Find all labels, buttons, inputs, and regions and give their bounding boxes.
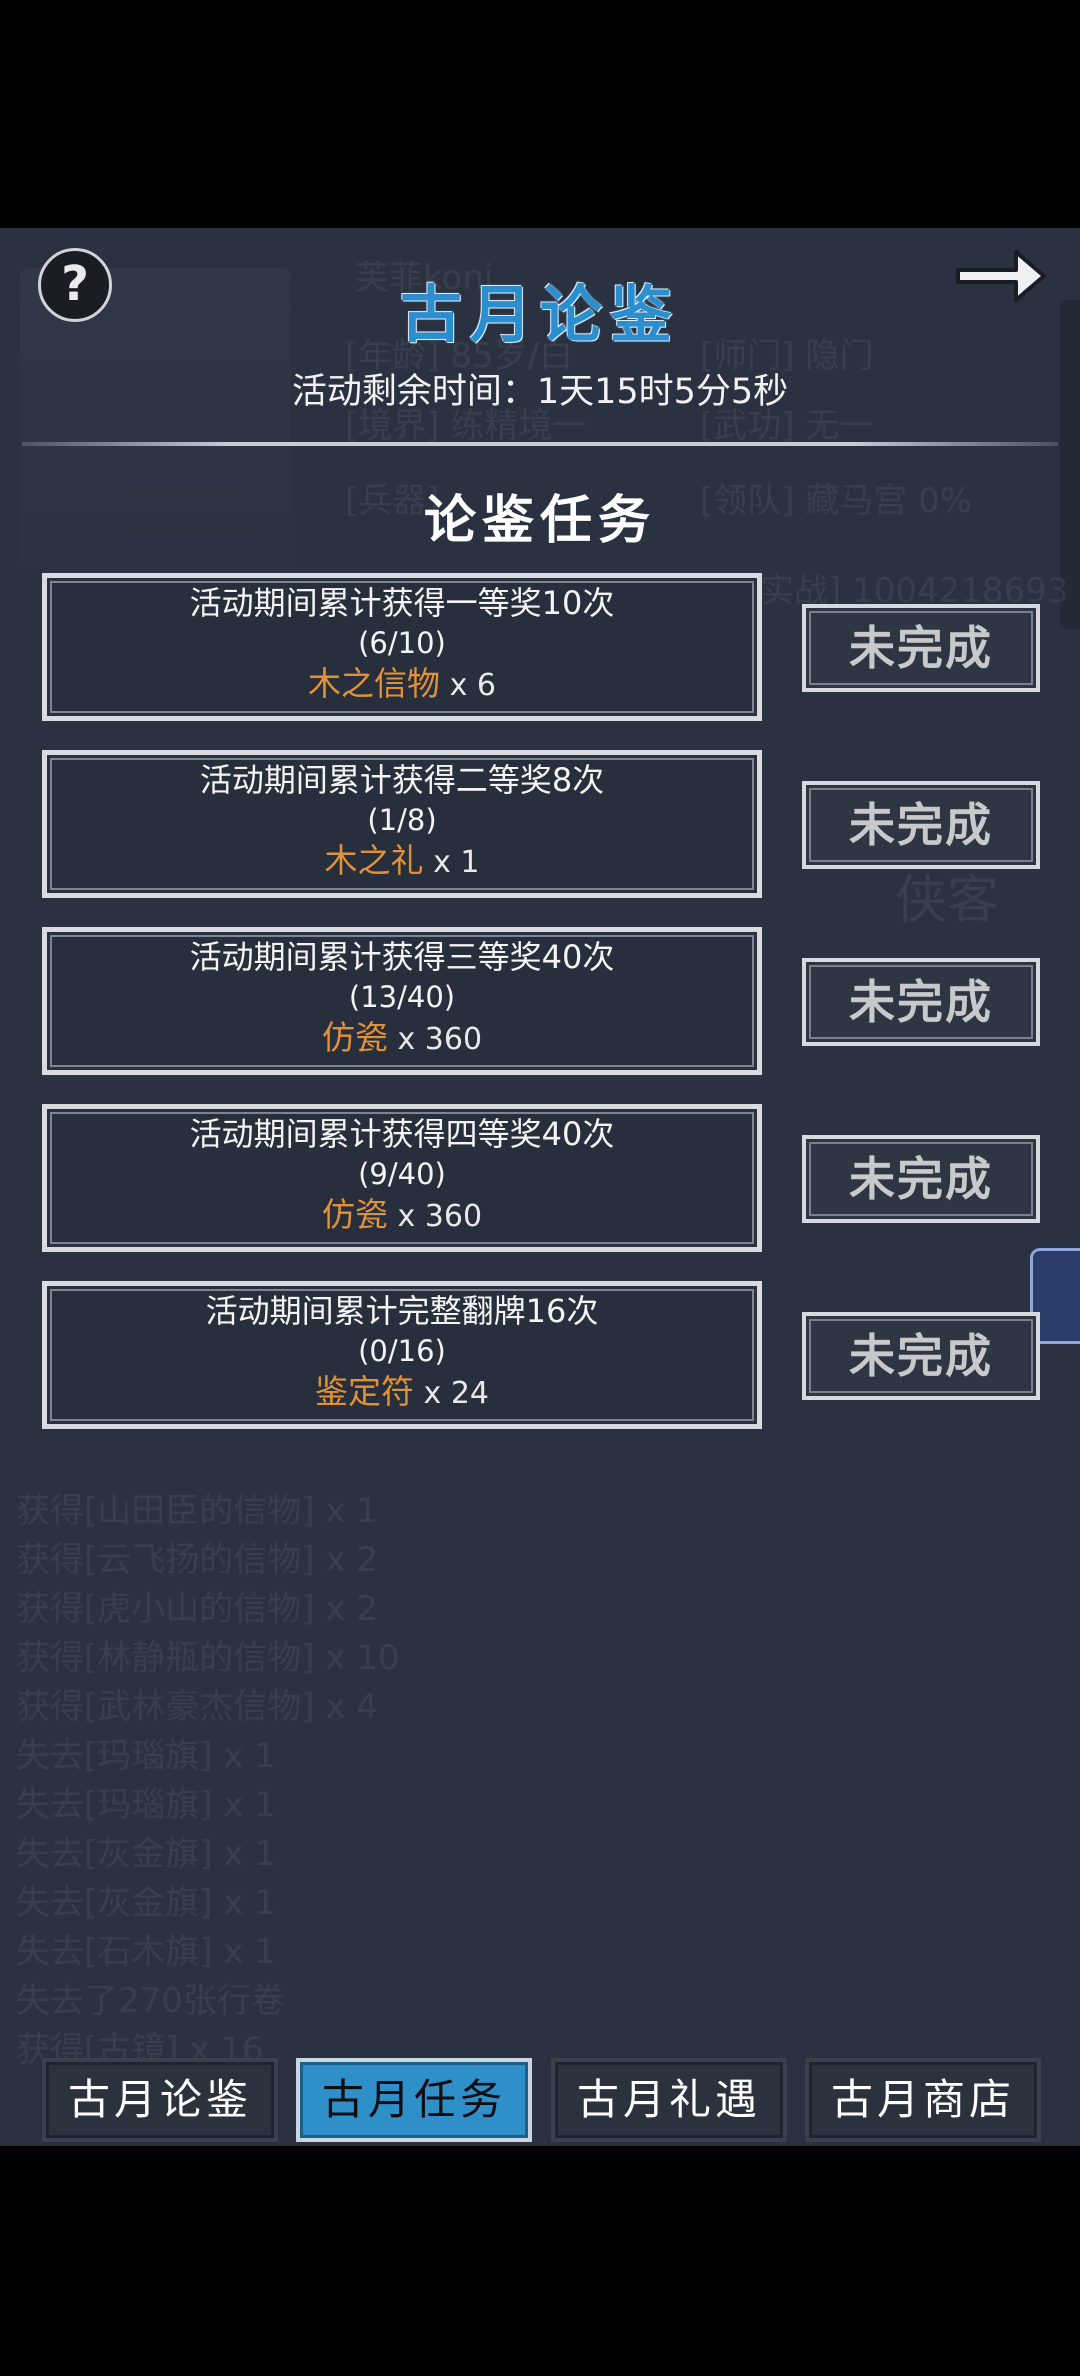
- task-card: 活动期间累计获得一等奖10次 (6/10) 木之信物 x 6: [42, 573, 762, 721]
- reward-item-name: 木之信物: [308, 664, 441, 703]
- tab-guyue-liyu[interactable]: 古月礼遇: [551, 2058, 787, 2142]
- task-card: 活动期间累计获得二等奖8次 (1/8) 木之礼 x 1: [42, 750, 762, 898]
- task-progress: (13/40): [348, 980, 456, 1014]
- task-progress: (9/40): [358, 1157, 446, 1191]
- ghost-text: 获得[林静瓶的信物] x 10: [16, 1638, 400, 1678]
- task-description: 活动期间累计获得一等奖10次: [189, 584, 615, 622]
- ghost-text: 失去[石木旗] x 1: [16, 1932, 276, 1972]
- ghost-text: 获得[虎小山的信物] x 2: [16, 1589, 378, 1629]
- ghost-text: 失去[玛瑙旗] x 1: [16, 1785, 276, 1825]
- header-divider: [22, 442, 1058, 446]
- reward-quantity: x 360: [397, 1199, 483, 1234]
- tab-guyue-lunjian[interactable]: 古月论鉴: [42, 2058, 278, 2142]
- reward-item-name: 仿瓷: [321, 1018, 388, 1057]
- ghost-text: 失去[灰金旗] x 1: [16, 1834, 276, 1874]
- ghost-text: 获得[山田臣的信物] x 1: [16, 1491, 378, 1531]
- task-description: 活动期间累计获得三等奖40次: [189, 938, 615, 976]
- task-status-button[interactable]: 未完成: [802, 1135, 1040, 1223]
- task-progress: (1/8): [367, 803, 437, 837]
- task-description: 活动期间累计获得四等奖40次: [189, 1115, 615, 1153]
- task-status-button[interactable]: 未完成: [802, 604, 1040, 692]
- section-title: 论鉴任务: [423, 490, 656, 551]
- ghost-text: 获得[云飞扬的信物] x 2: [16, 1540, 378, 1580]
- task-card: 活动期间累计完整翻牌16次 (0/16) 鉴定符 x 24: [42, 1281, 762, 1429]
- ghost-text: 失去[灰金旗] x 1: [16, 1883, 276, 1923]
- task-reward: 仿瓷 x 360: [42, 1194, 762, 1238]
- tab-guyue-renwu[interactable]: 古月任务: [296, 2058, 532, 2142]
- reward-quantity: x 360: [397, 1022, 483, 1057]
- task-reward: 仿瓷 x 360: [42, 1017, 762, 1061]
- ghost-text: 失去[玛瑙旗] x 1: [16, 1736, 276, 1776]
- ghost-text: 失去了270张行卷: [16, 1981, 285, 2021]
- task-status-button[interactable]: 未完成: [802, 781, 1040, 869]
- reward-quantity: x 6: [449, 668, 496, 703]
- tab-guyue-shangdian[interactable]: 古月商店: [805, 2058, 1041, 2142]
- task-progress: (6/10): [358, 626, 446, 660]
- reward-quantity: x 24: [423, 1376, 489, 1411]
- task-reward: 木之信物 x 6: [42, 663, 762, 707]
- task-progress: (0/16): [358, 1334, 446, 1368]
- reward-item-name: 木之礼: [324, 841, 424, 880]
- ghost-text: 获得[武林豪杰信物] x 4: [16, 1687, 378, 1727]
- game-panel: 芙菲koni [年龄] 85岁/白 [师门] 隐门 [境界] 练精境一 [武功]…: [0, 228, 1080, 2146]
- task-description: 活动期间累计获得二等奖8次: [199, 761, 605, 799]
- task-description: 活动期间累计完整翻牌16次: [205, 1292, 599, 1330]
- bottom-tab-bar: 古月论鉴 古月任务 古月礼遇 古月商店: [0, 2058, 1080, 2144]
- task-card: 活动期间累计获得四等奖40次 (9/40) 仿瓷 x 360: [42, 1104, 762, 1252]
- task-card: 活动期间累计获得三等奖40次 (13/40) 仿瓷 x 360: [42, 927, 762, 1075]
- ghost-text: 侠客: [895, 871, 1000, 931]
- task-reward: 木之礼 x 1: [42, 840, 762, 884]
- page-title: 古月论鉴: [399, 278, 680, 351]
- task-status-button[interactable]: 未完成: [802, 1312, 1040, 1400]
- reward-item-name: 仿瓷: [321, 1195, 388, 1234]
- event-timer: 活动剩余时间：1天15时5分5秒: [291, 372, 789, 412]
- reward-item-name: 鉴定符: [314, 1372, 414, 1411]
- task-status-button[interactable]: 未完成: [802, 958, 1040, 1046]
- task-reward: 鉴定符 x 24: [42, 1371, 762, 1415]
- reward-quantity: x 1: [433, 845, 480, 880]
